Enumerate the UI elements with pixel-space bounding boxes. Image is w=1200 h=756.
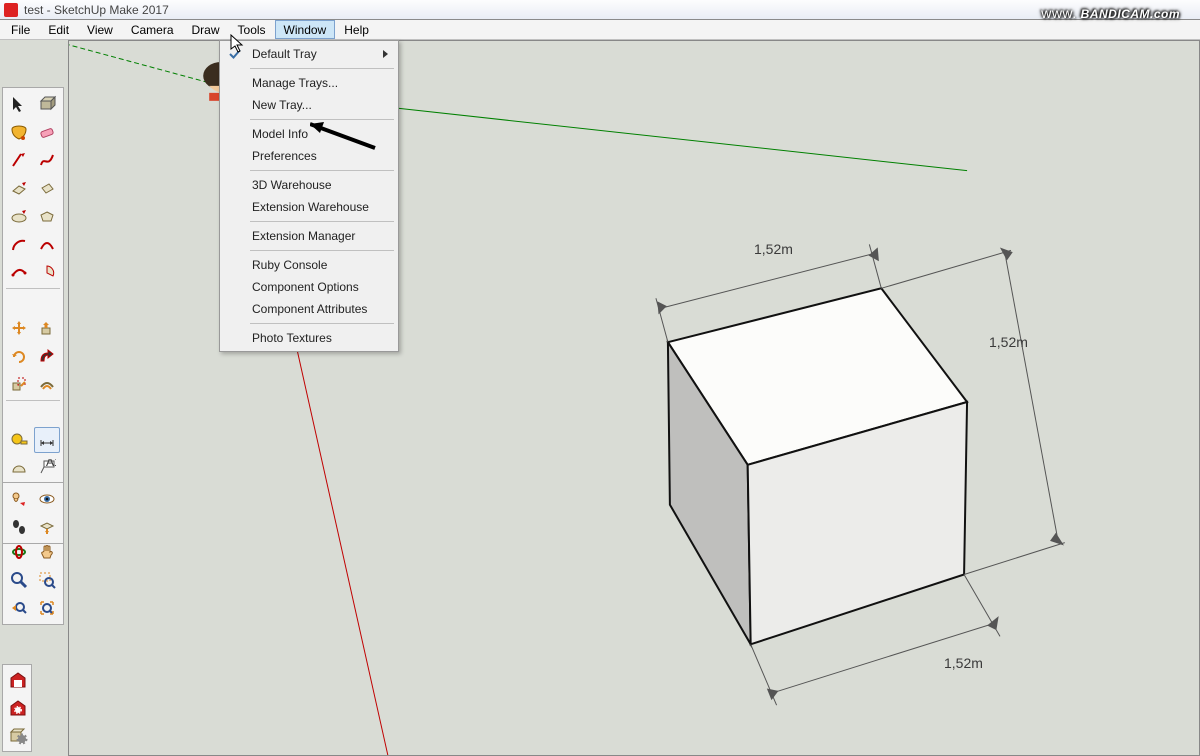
previous-view-icon[interactable] — [6, 595, 32, 621]
paint-bucket-icon[interactable] — [6, 119, 32, 145]
menu-help[interactable]: Help — [335, 20, 378, 39]
mouse-cursor-icon — [230, 34, 246, 54]
menu-view[interactable]: View — [78, 20, 122, 39]
move-tool-icon[interactable] — [6, 315, 32, 341]
position-camera-icon[interactable] — [6, 486, 32, 512]
work-area: A1 A — [0, 40, 1200, 756]
three-point-arc-icon[interactable] — [6, 259, 32, 285]
dimension-tool-icon[interactable] — [34, 427, 60, 453]
rotated-rectangle-icon[interactable] — [34, 175, 60, 201]
eraser-icon[interactable] — [34, 119, 60, 145]
menu-photo-textures[interactable]: Photo Textures — [222, 327, 396, 349]
app-logo-icon — [4, 3, 18, 17]
pie-tool-icon[interactable] — [34, 259, 60, 285]
dimension-label-bottom: 1,52m — [944, 655, 983, 671]
extension-manager-icon[interactable] — [6, 724, 30, 748]
extension-warehouse-icon[interactable] — [6, 696, 30, 720]
toolbar-separator — [6, 400, 60, 401]
polygon-tool-icon[interactable] — [34, 203, 60, 229]
menu-separator — [250, 119, 394, 120]
push-pull-icon[interactable] — [34, 315, 60, 341]
menu-preferences[interactable]: Preferences — [222, 145, 396, 167]
menu-bar[interactable]: File Edit View Camera Draw Tools Window … — [0, 20, 1200, 40]
scale-tool-icon[interactable] — [6, 371, 32, 397]
menu-default-tray[interactable]: Default Tray — [222, 43, 396, 65]
dimension-label-top: 1,52m — [754, 241, 793, 257]
zoom-window-icon[interactable] — [34, 567, 60, 593]
zoom-extents-icon[interactable] — [34, 595, 60, 621]
menu-file[interactable]: File — [2, 20, 39, 39]
dimension-label-right: 1,52m — [989, 334, 1028, 350]
window-menu-dropdown[interactable]: Default Tray Manage Trays... New Tray...… — [219, 40, 399, 352]
walk-tool-icon[interactable] — [6, 514, 32, 540]
select-tool-icon[interactable] — [6, 91, 32, 117]
look-around-icon[interactable] — [34, 486, 60, 512]
menu-3d-warehouse[interactable]: 3D Warehouse — [222, 174, 396, 196]
menu-camera[interactable]: Camera — [122, 20, 183, 39]
menu-separator — [250, 68, 394, 69]
camera-toolbar[interactable] — [2, 482, 64, 544]
bandicam-watermark: www.BANDICAM.com — [1041, 0, 1180, 24]
menu-edit[interactable]: Edit — [39, 20, 78, 39]
arc-tool-icon[interactable] — [6, 231, 32, 257]
follow-me-icon[interactable] — [34, 343, 60, 369]
freehand-tool-icon[interactable] — [34, 147, 60, 173]
rectangle-tool-icon[interactable] — [6, 175, 32, 201]
menu-component-attributes[interactable]: Component Attributes — [222, 298, 396, 320]
text-tool-icon[interactable]: A1 — [34, 455, 60, 481]
title-bar: test - SketchUp Make 2017 www.BANDICAM.c… — [0, 0, 1200, 20]
menu-extension-warehouse[interactable]: Extension Warehouse — [222, 196, 396, 218]
section-plane-icon[interactable] — [34, 514, 60, 540]
menu-component-options[interactable]: Component Options — [222, 276, 396, 298]
menu-model-info[interactable]: Model Info — [222, 123, 396, 145]
window-title: test - SketchUp Make 2017 — [24, 3, 169, 17]
large-tool-set-toolbar[interactable]: A1 A — [2, 87, 64, 625]
two-point-arc-icon[interactable] — [34, 231, 60, 257]
menu-extension-manager[interactable]: Extension Manager — [222, 225, 396, 247]
menu-separator — [250, 170, 394, 171]
offset-tool-icon[interactable] — [34, 371, 60, 397]
menu-separator — [250, 323, 394, 324]
zoom-tool-icon[interactable] — [6, 567, 32, 593]
cube-geometry — [668, 288, 967, 644]
protractor-icon[interactable] — [6, 455, 32, 481]
tape-measure-icon[interactable] — [6, 427, 32, 453]
svg-text:A1: A1 — [46, 459, 56, 469]
menu-new-tray[interactable]: New Tray... — [222, 94, 396, 116]
menu-window[interactable]: Window — [275, 20, 336, 39]
rotate-tool-icon[interactable] — [6, 343, 32, 369]
menu-separator — [250, 221, 394, 222]
menu-separator — [250, 250, 394, 251]
toolbar-separator — [6, 288, 60, 289]
menu-ruby-console[interactable]: Ruby Console — [222, 254, 396, 276]
line-tool-icon[interactable] — [6, 147, 32, 173]
submenu-arrow-icon — [383, 50, 388, 58]
menu-draw[interactable]: Draw — [183, 20, 229, 39]
menu-manage-trays[interactable]: Manage Trays... — [222, 72, 396, 94]
warehouse-toolbar[interactable] — [2, 664, 32, 752]
3d-warehouse-icon[interactable] — [6, 668, 30, 692]
make-component-icon[interactable] — [34, 91, 60, 117]
circle-tool-icon[interactable] — [6, 203, 32, 229]
